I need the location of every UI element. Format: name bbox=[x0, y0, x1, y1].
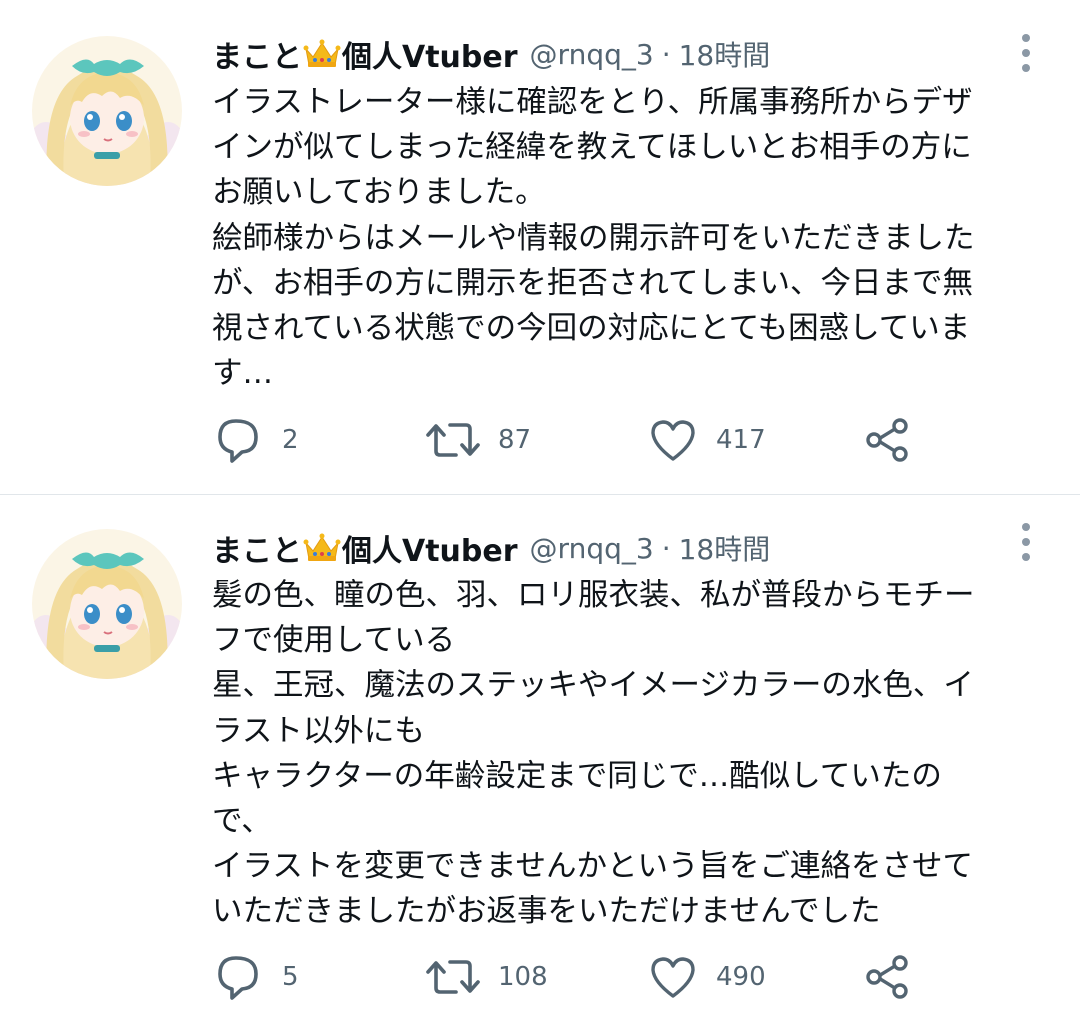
like-button[interactable]: 490 bbox=[648, 952, 766, 1002]
reply-count: 2 bbox=[282, 425, 299, 455]
tweet-text-line: インが似てしまった経緯を教えてほしいとお相手の方に bbox=[212, 130, 972, 166]
retweet-button[interactable]: 108 bbox=[426, 952, 548, 1002]
share-nodes-icon bbox=[862, 415, 912, 465]
tweet-text-line: 絵師様からはメールや情報の開示許可をいただきました bbox=[212, 220, 975, 256]
tweet-text-line: イラストを変更できませんかという旨をご連絡をさせて bbox=[212, 849, 973, 885]
more-vertical-dots-icon bbox=[1006, 30, 1046, 76]
display-name[interactable]: まこと 個人Vtuber bbox=[212, 526, 518, 570]
tweet-text-line: 星、王冠、魔法のステッキやイメージカラーの水色、イ bbox=[212, 668, 974, 704]
reply-bubble-icon bbox=[214, 952, 264, 1002]
reply-button[interactable]: 5 bbox=[214, 952, 299, 1002]
share-button[interactable] bbox=[862, 952, 912, 1002]
user-handle[interactable]: @rnqq_3 bbox=[530, 38, 654, 71]
tweet-header: まこと 個人Vtuber @rnqq_3 · 18時間 bbox=[212, 32, 771, 76]
more-options-button[interactable] bbox=[1006, 30, 1046, 76]
tweet-text-line: で、 bbox=[212, 803, 272, 839]
more-options-button[interactable] bbox=[1006, 519, 1046, 565]
timestamp[interactable]: 18時間 bbox=[679, 528, 771, 568]
timeline: まこと 個人Vtuber @rnqq_3 · 18時間 イラストレーター様に確認… bbox=[0, 0, 1080, 1026]
like-count: 490 bbox=[716, 962, 766, 992]
display-name-suffix: 個人Vtuber bbox=[342, 40, 518, 75]
display-name-text: まこと bbox=[212, 40, 302, 75]
retweet-arrows-icon bbox=[426, 415, 480, 465]
tweet-header: まこと 個人Vtuber @rnqq_3 · 18時間 bbox=[212, 526, 771, 570]
tweet-text-line: いただきましたがお返事をいただけませんでした bbox=[212, 894, 881, 930]
tweet-text-line: キャラクターの年齢設定まで同じで…酷似していたの bbox=[212, 758, 942, 794]
heart-icon bbox=[648, 415, 698, 465]
retweet-button[interactable]: 87 bbox=[426, 415, 531, 465]
timestamp[interactable]: 18時間 bbox=[679, 34, 771, 74]
tweet[interactable]: まこと 個人Vtuber @rnqq_3 · 18時間 髪の色、瞳の色、羽、ロリ… bbox=[0, 495, 1080, 1026]
display-name-text: まこと bbox=[212, 534, 302, 569]
display-name-suffix: 個人Vtuber bbox=[342, 534, 518, 569]
user-handle[interactable]: @rnqq_3 bbox=[530, 532, 654, 565]
tweet-text-line: フで使用している bbox=[212, 623, 456, 659]
retweet-count: 87 bbox=[498, 425, 532, 455]
avatar[interactable] bbox=[32, 529, 182, 679]
separator-dot: · bbox=[661, 531, 671, 565]
tweet-actions: 5 108 490 bbox=[212, 952, 932, 1002]
retweet-arrows-icon bbox=[426, 952, 480, 1002]
tweet[interactable]: まこと 個人Vtuber @rnqq_3 · 18時間 イラストレーター様に確認… bbox=[0, 0, 1080, 494]
separator-dot: · bbox=[661, 37, 671, 71]
tweet-text: 髪の色、瞳の色、羽、ロリ服衣装、私が普段からモチー フで使用している 星、王冠、… bbox=[212, 573, 1042, 935]
retweet-count: 108 bbox=[498, 962, 548, 992]
tweet-text-line: お願いしておりました。 bbox=[212, 175, 546, 211]
like-button[interactable]: 417 bbox=[648, 415, 766, 465]
crown-icon bbox=[303, 38, 341, 70]
reply-bubble-icon bbox=[214, 415, 264, 465]
share-button[interactable] bbox=[862, 415, 912, 465]
reply-count: 5 bbox=[282, 962, 299, 992]
crown-icon bbox=[303, 532, 341, 564]
avatar-image bbox=[32, 529, 182, 679]
tweet-text: イラストレーター様に確認をとり、所属事務所からデザ インが似てしまった経緯を教え… bbox=[212, 80, 1042, 396]
heart-icon bbox=[648, 952, 698, 1002]
tweet-text-line: ラスト以外にも bbox=[212, 713, 425, 749]
tweet-text-line: が、お相手の方に開示を拒否されてしまい、今日まで無 bbox=[212, 265, 973, 301]
like-count: 417 bbox=[716, 425, 766, 455]
tweet-text-line: 視されている状態での今回の対応にとても困惑していま bbox=[212, 310, 971, 346]
more-vertical-dots-icon bbox=[1006, 519, 1046, 565]
tweet-text-line: 髪の色、瞳の色、羽、ロリ服衣装、私が普段からモチー bbox=[212, 578, 975, 613]
avatar[interactable] bbox=[32, 36, 182, 186]
avatar-image bbox=[32, 36, 182, 186]
reply-button[interactable]: 2 bbox=[214, 415, 299, 465]
tweet-text-line: イラストレーター様に確認をとり、所属事務所からデザ bbox=[212, 85, 973, 120]
display-name[interactable]: まこと 個人Vtuber bbox=[212, 32, 518, 76]
share-nodes-icon bbox=[862, 952, 912, 1002]
tweet-text-line: す… bbox=[212, 356, 273, 392]
tweet-actions: 2 87 417 bbox=[212, 415, 932, 465]
